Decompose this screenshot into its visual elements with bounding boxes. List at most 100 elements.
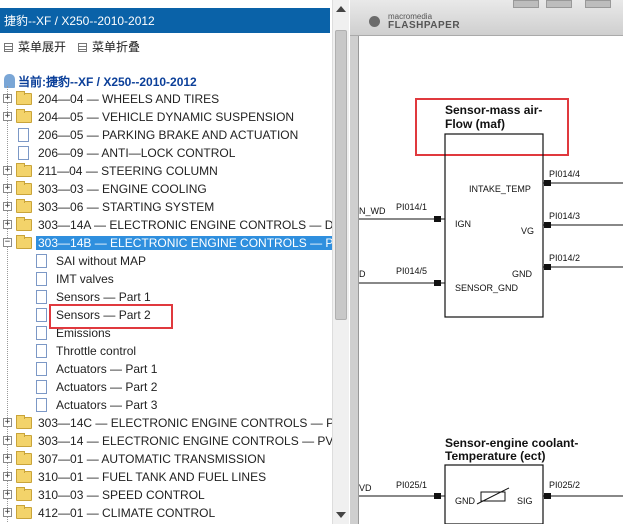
- menu-expand-button[interactable]: 菜单展开: [4, 38, 66, 55]
- logo-big-text: FLASHPAPER: [388, 20, 461, 31]
- tree-item-label: Actuators — Part 1: [56, 362, 158, 376]
- tree-item-label: 412—01 — CLIMATE CONTROL: [38, 506, 216, 520]
- tree-item-label: 310—03 — SPEED CONTROL: [38, 488, 205, 502]
- expand-icon[interactable]: +: [3, 454, 12, 463]
- folder-icon: [16, 91, 32, 105]
- expand-icon[interactable]: +: [3, 490, 12, 499]
- document-icon: [36, 254, 47, 268]
- ect-connector-right: PI025/2: [549, 480, 580, 490]
- expand-icon[interactable]: +: [3, 202, 12, 211]
- tree-item-sai-without-map[interactable]: SAI without MAP: [0, 252, 332, 270]
- tree-item-303-14a-electronic-engine-controls-dv[interactable]: +303—14A — ELECTRONIC ENGINE CONTROLS — …: [0, 216, 332, 234]
- document-icon: [36, 380, 47, 394]
- document-icon: [36, 344, 47, 358]
- expand-icon[interactable]: +: [3, 508, 12, 517]
- tree-item-206-09-anti-lock-control[interactable]: 206—09 — ANTI—LOCK CONTROL: [0, 144, 332, 162]
- scroll-up-icon[interactable]: [336, 6, 346, 12]
- macromedia-logo-icon: [369, 16, 380, 27]
- tree-root[interactable]: 当前:捷豹--XF / X250--2010-2012: [4, 72, 197, 90]
- document-icon: [36, 362, 47, 376]
- expand-icon[interactable]: +: [3, 184, 12, 193]
- ect-wire-label-left: VD: [359, 483, 372, 493]
- maf-pin-intake-temp: INTAKE_TEMP: [469, 184, 531, 194]
- tree-item-label: 310—01 — FUEL TANK AND FUEL LINES: [38, 470, 267, 484]
- connector-pin: [434, 493, 441, 499]
- document-page: Sensor-mass air- Flow (maf) INTAKE_TEMP …: [358, 36, 623, 524]
- wiring-diagram: Sensor-mass air- Flow (maf) INTAKE_TEMP …: [359, 98, 623, 524]
- tree-item-label: Sensors — Part 1: [56, 290, 151, 304]
- nav-scrollbar[interactable]: [332, 0, 349, 524]
- maf-title-line1: Sensor-mass air-: [445, 103, 542, 117]
- connector-pin: [434, 216, 441, 222]
- tree-item-204-04-wheels-and-tires[interactable]: +204—04 — WHEELS AND TIRES: [0, 90, 332, 108]
- connector-left-low: PI014/5: [396, 266, 427, 276]
- tree-item-303-14b-electronic-engine-controls-pv[interactable]: − 303—14B — ELECTRONIC ENGINE CONTROLS — …: [0, 234, 332, 252]
- tree-item-206-05-parking-brake-and-actuation[interactable]: 206—05 — PARKING BRAKE AND ACTUATION: [0, 126, 332, 144]
- tree-item-303-06-starting-system[interactable]: +303—06 — STARTING SYSTEM: [0, 198, 332, 216]
- expand-icon[interactable]: +: [3, 472, 12, 481]
- tree-item-412-01-climate-control[interactable]: +412—01 — CLIMATE CONTROL: [0, 504, 332, 522]
- expand-icon[interactable]: +: [3, 94, 12, 103]
- toolbar-button[interactable]: [513, 0, 539, 8]
- menu-icon: [4, 43, 13, 52]
- tree-item-actuators-part-3[interactable]: Actuators — Part 3: [0, 396, 332, 414]
- menu-icon: [78, 43, 87, 52]
- tree-item-310-03-speed-control[interactable]: +310—03 — SPEED CONTROL: [0, 486, 332, 504]
- tree-item-307-01-automatic-transmission[interactable]: +307—01 — AUTOMATIC TRANSMISSION: [0, 450, 332, 468]
- expand-icon[interactable]: +: [3, 436, 12, 445]
- connector-pin: [544, 493, 551, 499]
- tree-item-label: Actuators — Part 3: [56, 398, 158, 412]
- tree-item-actuators-part-1[interactable]: Actuators — Part 1: [0, 360, 332, 378]
- folder-icon: [16, 109, 32, 123]
- ect-title-line2: Temperature (ect): [445, 449, 545, 463]
- ect-connector-left: PI025/1: [396, 480, 427, 490]
- tree-item-throttle-control[interactable]: Throttle control: [0, 342, 332, 360]
- maf-pin-sensor-gnd: SENSOR_GND: [455, 283, 519, 293]
- tree-item-label: 303—14B — ELECTRONIC ENGINE CONTROLS — P…: [36, 236, 332, 250]
- tree-item-label: 204—05 — VEHICLE DYNAMIC SUSPENSION: [38, 110, 295, 124]
- menu-collapse-button[interactable]: 菜单折叠: [78, 38, 140, 55]
- thermistor-diagonal: [476, 487, 510, 505]
- tree-item-310-01-fuel-tank-and-fuel-lines[interactable]: +310—01 — FUEL TANK AND FUEL LINES: [0, 468, 332, 486]
- folder-icon: [16, 163, 32, 177]
- folder-icon: [16, 415, 32, 429]
- folder-icon: [16, 469, 32, 483]
- document-icon: [18, 146, 29, 160]
- tree-item-label: 206—05 — PARKING BRAKE AND ACTUATION: [38, 128, 299, 142]
- collapse-icon[interactable]: −: [3, 238, 12, 247]
- folder-icon: [16, 235, 32, 249]
- menu-row: 菜单展开 菜单折叠: [0, 36, 330, 54]
- connector-right-top: PI014/4: [549, 169, 580, 179]
- tree-item-label: Actuators — Part 2: [56, 380, 158, 394]
- folder-icon: [16, 451, 32, 465]
- tree-item-label: 211—04 — STEERING COLUMN: [38, 164, 218, 178]
- expand-icon[interactable]: +: [3, 112, 12, 121]
- scroll-thumb[interactable]: [335, 30, 347, 320]
- folder-icon: [16, 181, 32, 195]
- document-icon: [36, 308, 47, 322]
- tree-item-label: 206—09 — ANTI—LOCK CONTROL: [38, 146, 236, 160]
- toolbar-button[interactable]: [546, 0, 572, 8]
- document-icon: [36, 290, 47, 304]
- connector-pin: [544, 264, 551, 270]
- flashpaper-toolbar: macromedia FLASHPAPER: [350, 0, 623, 36]
- maf-pin-vg: VG: [521, 226, 534, 236]
- toolbar-button[interactable]: [585, 0, 611, 8]
- expand-icon[interactable]: +: [3, 166, 12, 175]
- expand-icon[interactable]: +: [3, 220, 12, 229]
- tree-item-211-04-steering-column[interactable]: +211—04 — STEERING COLUMN: [0, 162, 332, 180]
- tree-item-303-14c-electronic-engine-controls-pv[interactable]: +303—14C — ELECTRONIC ENGINE CONTROLS — …: [0, 414, 332, 432]
- tree-item-303-14-electronic-engine-controls-pv8[interactable]: +303—14 — ELECTRONIC ENGINE CONTROLS — P…: [0, 432, 332, 450]
- connector-right-low: PI014/2: [549, 253, 580, 263]
- expand-icon[interactable]: +: [3, 418, 12, 427]
- tree-item-303-03-engine-cooling[interactable]: +303—03 — ENGINE COOLING: [0, 180, 332, 198]
- folder-icon: [16, 217, 32, 231]
- tree-item-actuators-part-2[interactable]: Actuators — Part 2: [0, 378, 332, 396]
- wire-label-left-low: D: [359, 269, 366, 279]
- tree-item-imt-valves[interactable]: IMT valves: [0, 270, 332, 288]
- tree-item-label: 303—03 — ENGINE COOLING: [38, 182, 207, 196]
- tree-item-204-05-vehicle-dynamic-suspension[interactable]: +204—05 — VEHICLE DYNAMIC SUSPENSION: [0, 108, 332, 126]
- connector-pin: [544, 180, 551, 186]
- ect-sensor-box: [444, 464, 544, 524]
- scroll-down-icon[interactable]: [336, 512, 346, 518]
